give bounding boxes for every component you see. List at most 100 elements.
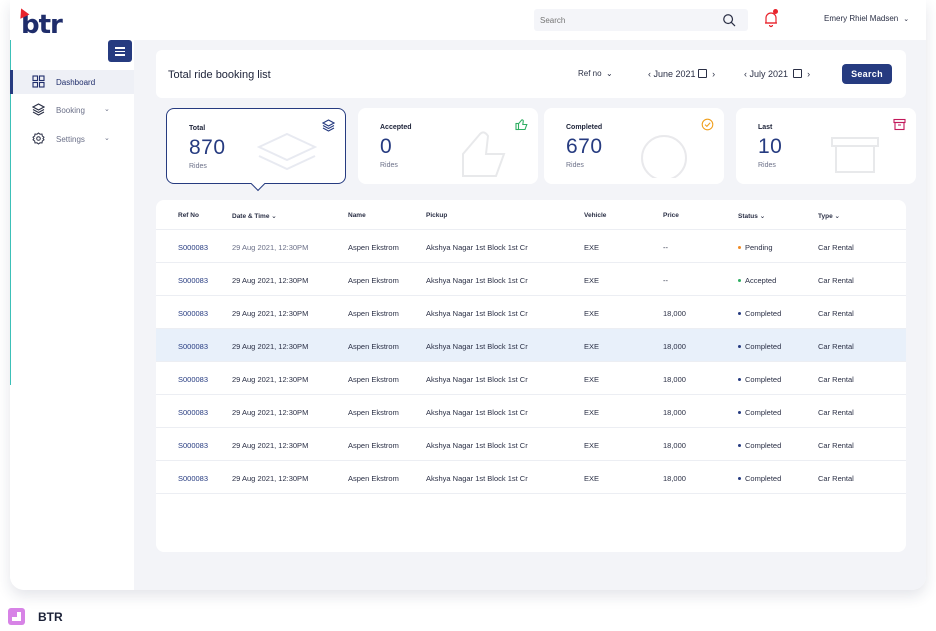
column-header-status[interactable]: Status ⌄ xyxy=(738,212,765,220)
cell-ref-no[interactable]: S000083 xyxy=(178,276,208,285)
notification-dot xyxy=(773,9,778,14)
search-input[interactable] xyxy=(540,12,710,28)
stat-value: 10 xyxy=(758,135,783,158)
layers-watermark-icon xyxy=(257,132,317,171)
cell-pickup: Akshya Nagar 1st Block 1st Cr xyxy=(426,276,528,285)
ref-no-filter[interactable]: Ref no ⌄ xyxy=(578,69,613,78)
chevron-left-icon[interactable]: ‹ xyxy=(648,69,651,79)
cell-ref-no[interactable]: S000083 xyxy=(178,375,208,384)
status-dot xyxy=(738,345,741,348)
date-from-picker[interactable]: ‹ June 2021 › xyxy=(648,69,715,79)
cell-price: -- xyxy=(663,276,668,285)
cell-date-time: 29 Aug 2021, 12:30PM xyxy=(232,375,309,384)
chevron-right-icon[interactable]: › xyxy=(712,69,715,79)
cell-pickup: Akshya Nagar 1st Block 1st Cr xyxy=(426,408,528,417)
cell-status: Completed xyxy=(738,408,781,417)
column-header-type[interactable]: Type ⌄ xyxy=(818,212,840,220)
column-header-name[interactable]: Name xyxy=(348,212,366,219)
cell-status: Pending xyxy=(738,243,773,252)
cell-name: Aspen Ekstrom xyxy=(348,441,399,450)
page-title: Total ride booking list xyxy=(168,69,271,81)
layers-icon xyxy=(32,103,45,116)
search-icon[interactable] xyxy=(722,13,736,27)
brand-logo-icon xyxy=(8,608,25,625)
cell-date-time: 29 Aug 2021, 12:30PM xyxy=(232,408,309,417)
cell-name: Aspen Ekstrom xyxy=(348,474,399,483)
table-row[interactable]: S000083 29 Aug 2021, 12:30PM Aspen Ekstrom… xyxy=(156,362,906,395)
column-header-price[interactable]: Price xyxy=(663,212,679,219)
status-dot xyxy=(738,477,741,480)
cell-ref-no[interactable]: S000083 xyxy=(178,342,208,351)
cell-vehicle: EXE xyxy=(584,441,600,450)
stat-unit: Rides xyxy=(758,162,776,169)
stat-label: Accepted xyxy=(380,124,412,131)
cell-price: -- xyxy=(663,243,668,252)
status-label: Pending xyxy=(745,243,773,252)
stat-unit: Rides xyxy=(380,162,398,169)
status-label: Completed xyxy=(745,474,782,483)
cell-date-time: 29 Aug 2021, 12:30PM xyxy=(232,441,309,450)
stat-label: Last xyxy=(758,124,773,131)
stat-label: Total xyxy=(189,125,206,132)
cell-pickup: Akshya Nagar 1st Block 1st Cr xyxy=(426,309,528,318)
cell-ref-no[interactable]: S000083 xyxy=(178,474,208,483)
column-header-vehicle[interactable]: Vehicle xyxy=(584,212,606,219)
sidebar-item-settings[interactable]: Settings ⌄ xyxy=(10,127,134,151)
sidebar-item-label: Dashboard xyxy=(56,78,96,87)
table-row[interactable]: S000083 29 Aug 2021, 12:30PM Aspen Ekstrom… xyxy=(156,395,906,428)
logo[interactable]: btr xyxy=(12,6,72,40)
user-menu[interactable]: Emery Rhiel Madsen ⌄ xyxy=(824,14,909,23)
cell-date-time: 29 Aug 2021, 12:30PM xyxy=(232,342,309,351)
cell-ref-no[interactable]: S000083 xyxy=(178,441,208,450)
card-pointer xyxy=(250,176,266,192)
toolbar: Total ride booking list Ref no ⌄ ‹ June … xyxy=(156,50,906,98)
column-header-pickup[interactable]: Pickup xyxy=(426,212,447,219)
chevron-right-icon[interactable]: › xyxy=(807,69,810,79)
status-label: Completed xyxy=(745,441,782,450)
stat-card-total[interactable]: Total 870 Rides xyxy=(166,108,346,192)
table-row[interactable]: S000083 29 Aug 2021, 12:30PM Aspen Ekstrom… xyxy=(156,263,906,296)
date-to-picker[interactable]: ‹ July 2021 › xyxy=(744,69,810,79)
notification-bell-icon[interactable] xyxy=(762,9,780,28)
table-row[interactable]: S000083 29 Aug 2021, 12:30PM Aspen Ekstrom… xyxy=(156,461,906,494)
status-dot xyxy=(738,312,741,315)
status-label: Completed xyxy=(745,375,782,384)
cell-price: 18,000 xyxy=(663,309,686,318)
sidebar-item-booking[interactable]: Booking ⌄ xyxy=(10,98,134,122)
cell-type: Car Rental xyxy=(818,375,854,384)
sidebar-item-label: Settings xyxy=(56,135,85,144)
stat-card-completed[interactable]: Completed 670 Rides xyxy=(544,108,724,184)
cell-ref-no[interactable]: S000083 xyxy=(178,243,208,252)
status-dot xyxy=(738,378,741,381)
archive-icon xyxy=(893,118,906,131)
search-button[interactable]: Search xyxy=(842,64,892,84)
sidebar-item-dashboard[interactable]: Dashboard xyxy=(10,70,134,94)
cell-status: Completed xyxy=(738,441,781,450)
calendar-icon xyxy=(697,69,707,78)
cell-ref-no[interactable]: S000083 xyxy=(178,408,208,417)
brand-name: BTR xyxy=(38,610,63,624)
column-header-ref-no[interactable]: Ref No xyxy=(178,212,199,219)
cell-type: Car Rental xyxy=(818,441,854,450)
stat-card-accepted[interactable]: Accepted 0 Rides xyxy=(358,108,538,184)
table-row[interactable]: S000083 29 Aug 2021, 12:30PM Aspen Ekstrom… xyxy=(156,230,906,263)
table-row[interactable]: S000083 29 Aug 2021, 12:30PM Aspen Ekstrom… xyxy=(156,329,906,362)
menu-toggle-button[interactable] xyxy=(108,40,132,62)
check-circle-watermark-icon xyxy=(641,135,687,178)
cell-price: 18,000 xyxy=(663,441,686,450)
cell-vehicle: EXE xyxy=(584,408,600,417)
column-header-label: Status xyxy=(738,213,758,220)
cell-ref-no[interactable]: S000083 xyxy=(178,309,208,318)
cell-status: Completed xyxy=(738,474,781,483)
table-row[interactable]: S000083 29 Aug 2021, 12:30PM Aspen Ekstrom… xyxy=(156,296,906,329)
table-row[interactable]: S000083 29 Aug 2021, 12:30PM Aspen Ekstrom… xyxy=(156,428,906,461)
archive-watermark-icon xyxy=(831,137,879,173)
cell-price: 18,000 xyxy=(663,342,686,351)
stat-label: Completed xyxy=(566,124,603,131)
column-header-date-time[interactable]: Date & Time ⌄ xyxy=(232,212,277,220)
cell-type: Car Rental xyxy=(818,474,854,483)
grid-icon xyxy=(32,75,45,88)
sidebar-item-label: Booking xyxy=(56,106,85,115)
chevron-left-icon[interactable]: ‹ xyxy=(744,69,747,79)
stat-card-last[interactable]: Last 10 Rides xyxy=(736,108,916,184)
